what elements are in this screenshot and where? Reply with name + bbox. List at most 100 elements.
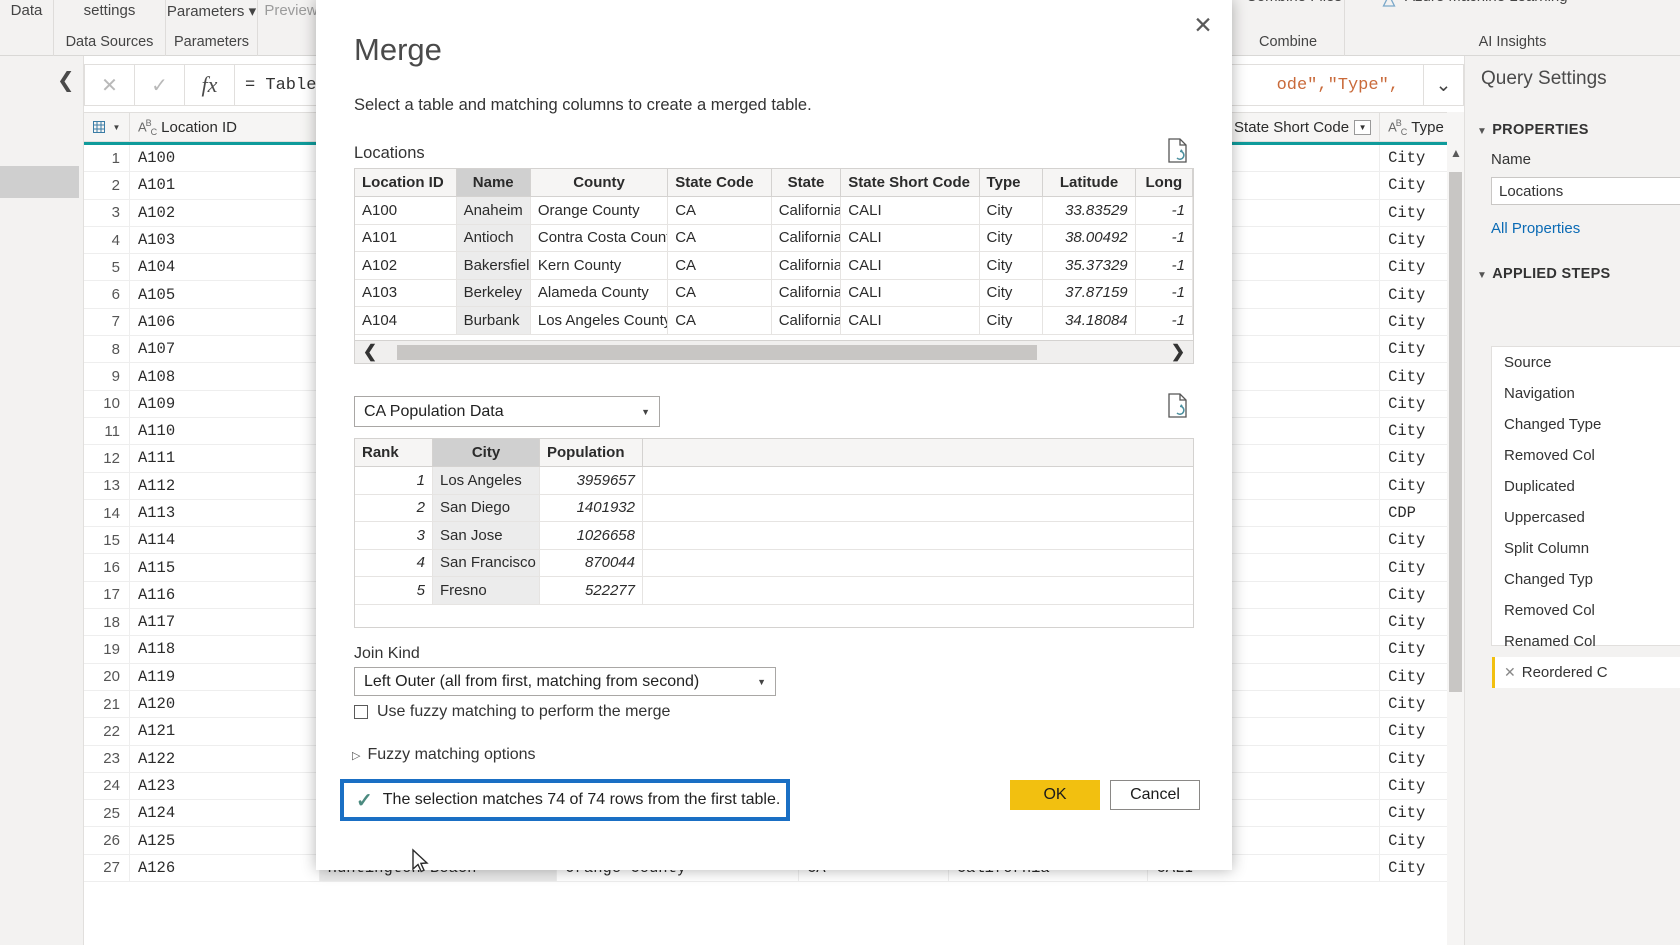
scrollbar-thumb[interactable]: [1449, 172, 1462, 692]
applied-step-item[interactable]: Uppercased: [1492, 502, 1680, 533]
grid-cell-id[interactable]: A125: [130, 827, 320, 853]
grid-cell-id[interactable]: A103: [130, 227, 320, 253]
first-table-horizontal-scrollbar[interactable]: ❮ ❯: [355, 340, 1193, 363]
ribbon-button-data-source-settings[interactable]: settings: [84, 0, 136, 19]
applied-step-item[interactable]: Changed Typ: [1492, 564, 1680, 595]
filter-dropdown-icon[interactable]: ▼: [1354, 120, 1371, 135]
grid-cell-id[interactable]: A119: [130, 664, 320, 690]
ribbon-button-preview[interactable]: Preview: [264, 0, 317, 19]
ribbon-button-combine-files[interactable]: Combine Files: [1246, 0, 1342, 5]
first-table-column-header[interactable]: State Code: [668, 169, 771, 196]
applied-step-item[interactable]: Removed Col: [1492, 440, 1680, 471]
grid-cell-id[interactable]: A113: [130, 500, 320, 526]
ribbon-group-parameters[interactable]: Parameters ▾ Parameters: [166, 0, 258, 56]
applied-step-item[interactable]: Changed Type: [1492, 409, 1680, 440]
first-table-column-header[interactable]: Type: [980, 169, 1044, 196]
applied-step-item[interactable]: Split Column: [1492, 533, 1680, 564]
fx-icon[interactable]: fx: [184, 64, 234, 106]
grid-cell-id[interactable]: A114: [130, 527, 320, 553]
close-icon[interactable]: ✕: [1186, 10, 1220, 42]
second-table-column-header[interactable]: Population: [540, 439, 643, 466]
join-kind-selector[interactable]: Left Outer (all from first, matching fro…: [354, 667, 776, 696]
fuzzy-matching-options-toggle[interactable]: ▷ Fuzzy matching options: [352, 746, 536, 764]
grid-cell-id[interactable]: A116: [130, 582, 320, 608]
chevron-down-icon[interactable]: ▼: [641, 407, 650, 417]
query-list-selected-item[interactable]: [0, 166, 79, 198]
ribbon-button-azure-ml[interactable]: Azure Machine Learning: [1405, 0, 1568, 5]
refresh-preview-icon[interactable]: [1166, 138, 1190, 164]
second-table-selector[interactable]: CA Population Data ▼: [354, 396, 660, 427]
first-table-preview[interactable]: Location IDNameCountyState CodeStateStat…: [354, 168, 1194, 364]
applied-step-item[interactable]: Renamed Col: [1492, 626, 1680, 657]
grid-cell-id[interactable]: A123: [130, 773, 320, 799]
properties-section-header[interactable]: ▼PROPERTIES: [1477, 122, 1589, 138]
refresh-preview-icon[interactable]: [1166, 393, 1190, 419]
check-icon[interactable]: ✓: [134, 64, 184, 106]
grid-cell-id[interactable]: A120: [130, 691, 320, 717]
scroll-up-icon[interactable]: ▲: [1450, 146, 1462, 160]
applied-step-item[interactable]: Source: [1492, 347, 1680, 378]
triangle-right-icon[interactable]: ▷: [352, 749, 360, 762]
grid-cell-id[interactable]: A100: [130, 145, 320, 171]
grid-cell-id[interactable]: A118: [130, 636, 320, 662]
first-table-column-header[interactable]: Location ID: [355, 169, 457, 196]
grid-select-all-icon[interactable]: ▼: [84, 113, 130, 141]
grid-cell-id[interactable]: A105: [130, 281, 320, 307]
ribbon-button-data[interactable]: Data: [11, 0, 43, 19]
first-table-column-header[interactable]: Long: [1136, 169, 1193, 196]
grid-cell-id[interactable]: A117: [130, 609, 320, 635]
grid-cell-id[interactable]: A107: [130, 336, 320, 362]
all-properties-link[interactable]: All Properties: [1491, 220, 1580, 237]
chevron-down-icon[interactable]: ▼: [757, 677, 766, 687]
cancel-button[interactable]: Cancel: [1110, 780, 1200, 810]
applied-step-item[interactable]: Removed Col: [1492, 595, 1680, 626]
grid-cell-id[interactable]: A101: [130, 172, 320, 198]
first-table-column-header[interactable]: Latitude: [1043, 169, 1135, 196]
scrollbar-thumb[interactable]: [397, 345, 1037, 360]
grid-row-number: 14: [84, 500, 130, 526]
second-table-column-header[interactable]: Rank: [355, 439, 433, 466]
first-table-column-header[interactable]: County: [531, 169, 668, 196]
checkbox-icon[interactable]: [354, 705, 368, 719]
applied-step-item[interactable]: ✕Reordered C: [1492, 657, 1680, 688]
grid-vertical-scrollbar[interactable]: ▲: [1447, 112, 1464, 945]
grid-cell-id[interactable]: A122: [130, 746, 320, 772]
grid-cell-id[interactable]: A108: [130, 363, 320, 389]
second-table-preview[interactable]: RankCityPopulation 1Los Angeles39596572S…: [354, 438, 1194, 628]
arrow-right-icon[interactable]: ❯: [1163, 342, 1193, 362]
chevron-down-icon[interactable]: ⌄: [1424, 64, 1464, 106]
fuzzy-matching-checkbox-row[interactable]: Use fuzzy matching to perform the merge: [354, 703, 670, 721]
grid-cell-id[interactable]: A111: [130, 445, 320, 471]
arrow-left-icon[interactable]: ❮: [355, 342, 385, 362]
first-table-column-header[interactable]: State: [772, 169, 842, 196]
ribbon-group-data-sources[interactable]: settings Data Sources: [54, 0, 166, 56]
query-name-input[interactable]: Locations: [1491, 177, 1680, 205]
ok-button[interactable]: OK: [1010, 780, 1100, 810]
cancel-icon[interactable]: ✕: [84, 64, 134, 106]
ribbon-button-manage-parameters[interactable]: Parameters ▾: [167, 0, 256, 20]
grid-cell-id[interactable]: A121: [130, 718, 320, 744]
delete-step-icon[interactable]: ✕: [1504, 664, 1516, 681]
grid-cell-id[interactable]: A124: [130, 800, 320, 826]
ribbon-group-ai-insights[interactable]: Azure Machine Learning AI Insights: [1345, 0, 1680, 56]
grid-cell-id[interactable]: A115: [130, 554, 320, 580]
grid-column-header-location-id[interactable]: ABC Location ID: [130, 113, 320, 141]
grid-cell-id[interactable]: A109: [130, 391, 320, 417]
ribbon-group-preview[interactable]: Preview: [258, 0, 324, 56]
grid-cell-id[interactable]: A110: [130, 418, 320, 444]
grid-cell-id[interactable]: A126: [130, 855, 320, 881]
ribbon-group-combine[interactable]: Combine Files Combine: [1232, 0, 1345, 56]
collapse-queries-icon[interactable]: ❮: [57, 68, 75, 92]
grid-cell-id[interactable]: A112: [130, 473, 320, 499]
grid-cell-id[interactable]: A102: [130, 200, 320, 226]
first-table-column-header[interactable]: State Short Code: [841, 169, 979, 196]
grid-cell-id[interactable]: A104: [130, 254, 320, 280]
scrollbar-track[interactable]: [385, 341, 1163, 364]
applied-step-item[interactable]: Navigation: [1492, 378, 1680, 409]
grid-cell-id[interactable]: A106: [130, 309, 320, 335]
second-table-column-header[interactable]: City: [433, 439, 540, 466]
applied-step-item[interactable]: Duplicated: [1492, 471, 1680, 502]
ribbon-group-data[interactable]: Data: [0, 0, 54, 56]
applied-steps-section-header[interactable]: ▼APPLIED STEPS: [1477, 266, 1611, 282]
first-table-column-header[interactable]: Name: [457, 169, 531, 196]
